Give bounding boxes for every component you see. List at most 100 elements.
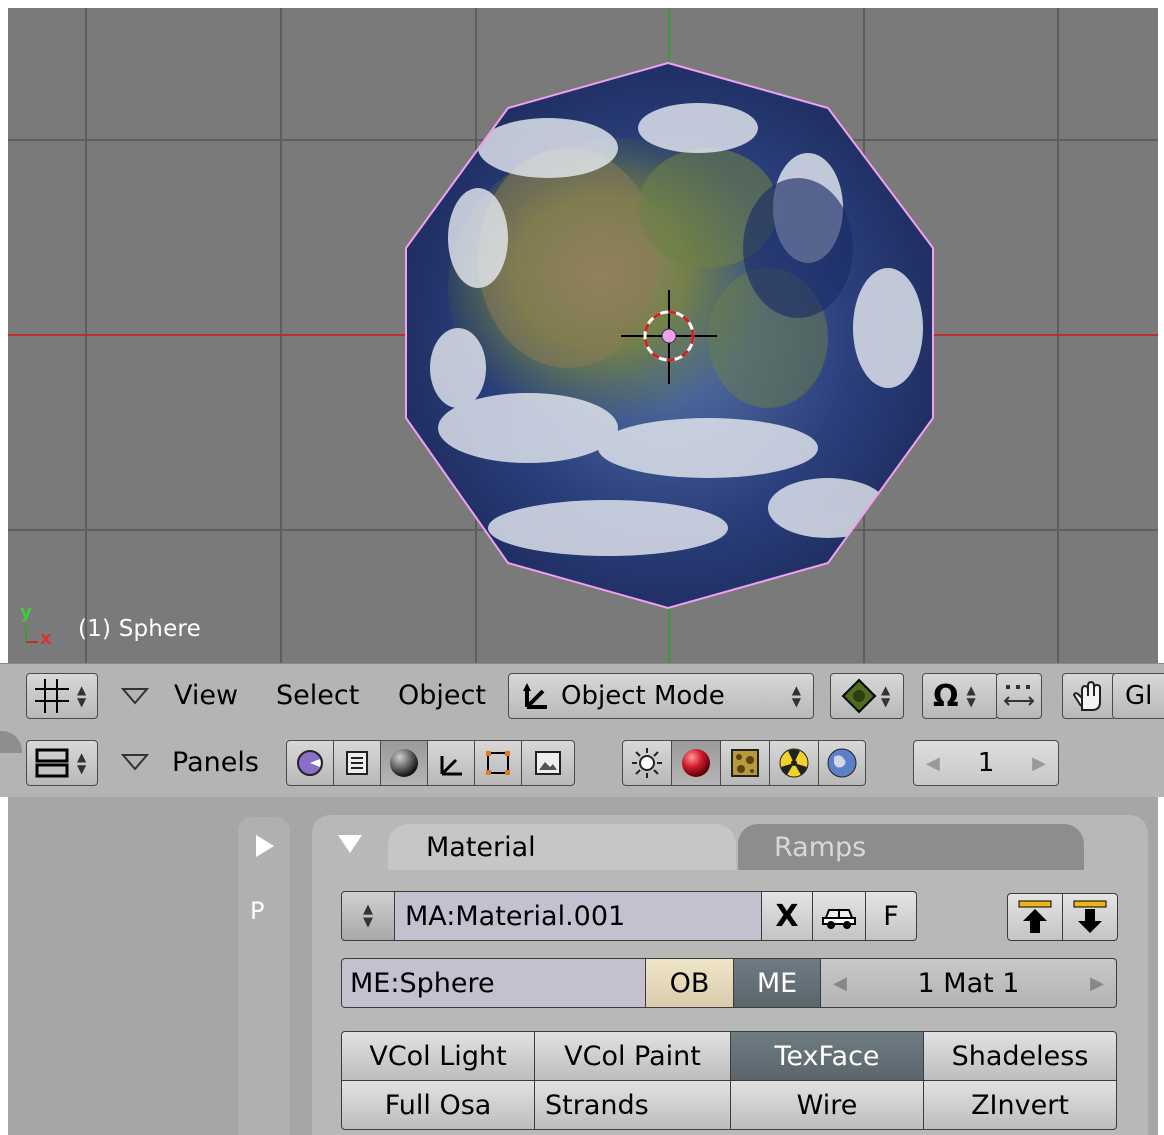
shading-context-button[interactable] [380, 740, 428, 786]
paste-material-button[interactable] [1062, 893, 1118, 941]
me-link-label: ME [756, 967, 798, 999]
radiosity-subcontext-button[interactable] [769, 740, 819, 786]
manipulator-toggle[interactable] [996, 673, 1042, 719]
vcol-paint-label: VCol Paint [564, 1040, 701, 1072]
material-name-field[interactable]: MA:Material.001 [394, 891, 762, 941]
strands-button[interactable]: Strands [534, 1080, 731, 1130]
axis-y-label: y [20, 602, 32, 623]
texface-label: TexFace [774, 1040, 880, 1072]
material-index-value: 1 Mat 1 [917, 967, 1020, 999]
texture-icon [731, 749, 759, 777]
fake-user-label: F [883, 900, 899, 932]
increment-arrow-icon[interactable]: ▶ [1032, 753, 1046, 774]
radiosity-icon [779, 748, 809, 778]
shadeless-toggle[interactable]: Shadeless [923, 1031, 1117, 1081]
full-osa-label: Full Osa [384, 1089, 492, 1121]
updown-arrows-icon: ▲ ▼ [791, 683, 801, 709]
texface-toggle[interactable]: TexFace [730, 1031, 924, 1081]
auto-assign-button[interactable] [812, 891, 866, 941]
decrement-arrow-icon[interactable]: ◀ [833, 973, 847, 994]
collapse-menu-icon[interactable] [121, 687, 149, 705]
tab-material[interactable]: Material [388, 824, 736, 870]
hand-icon [1072, 680, 1101, 711]
menu-view[interactable]: View [174, 680, 238, 711]
pivot-point-button[interactable]: Ω ▲ ▼ [922, 673, 998, 719]
material-ball-icon [682, 749, 710, 777]
material-name-value: MA:Material.001 [405, 900, 626, 932]
unlink-material-button[interactable]: X [761, 891, 813, 941]
menu-object[interactable]: Object [398, 680, 486, 711]
updown-arrows-icon: ▲ ▼ [77, 683, 87, 709]
collapse-triangle-icon[interactable] [336, 833, 364, 855]
draw-type-button[interactable]: ▲ ▼ [830, 673, 904, 719]
global-orientation-button[interactable]: Gl [1112, 673, 1164, 719]
3d-viewport[interactable]: y x (1) Sphere [8, 8, 1158, 663]
tab-ramps-label: Ramps [774, 832, 867, 863]
full-osa-toggle[interactable]: Full Osa [341, 1080, 535, 1130]
material-index-field[interactable]: ◀ 1 Mat 1 ▶ [820, 958, 1117, 1008]
collapsed-panel-strip[interactable]: P [238, 817, 290, 1135]
vcol-paint-toggle[interactable]: VCol Paint [534, 1031, 731, 1081]
object-info-label: (1) Sphere [78, 616, 201, 642]
global-label: Gl [1125, 681, 1153, 711]
panel-strip-label: P [250, 897, 265, 925]
ob-link-toggle[interactable]: OB [645, 958, 734, 1008]
decrement-arrow-icon[interactable]: ◀ [926, 753, 940, 774]
script-icon [346, 751, 368, 775]
lamp-icon [632, 748, 662, 778]
ob-link-label: OB [669, 967, 710, 999]
wire-toggle[interactable]: Wire [730, 1080, 924, 1130]
expand-triangle-icon[interactable] [254, 833, 276, 859]
car-icon [822, 909, 856, 929]
wire-label: Wire [796, 1089, 858, 1121]
mode-label: Object Mode [561, 681, 725, 711]
blender-window: y x (1) Sphere ▲ ▼ View Select Object Obj… [0, 0, 1164, 1135]
material-browse-button[interactable]: ▲ ▼ [341, 891, 395, 941]
scene-image-icon [535, 751, 561, 775]
updown-arrows-icon: ▲ ▼ [77, 750, 87, 776]
zinvert-label: ZInvert [971, 1089, 1069, 1121]
logic-context-button[interactable] [286, 740, 334, 786]
axis-x-label: x [40, 628, 52, 649]
manipulator-icon [1003, 685, 1035, 706]
updown-arrows-icon: ▲ ▼ [363, 902, 373, 930]
mode-select[interactable]: Object Mode ▲ ▼ [508, 673, 814, 719]
object-axis-icon [440, 756, 462, 776]
world-subcontext-button[interactable] [818, 740, 866, 786]
strands-label: Strands [545, 1089, 649, 1121]
zinvert-toggle[interactable]: ZInvert [923, 1080, 1117, 1130]
shadeless-label: Shadeless [951, 1040, 1089, 1072]
collapse-menu-icon[interactable] [121, 753, 149, 771]
texture-subcontext-button[interactable] [720, 740, 770, 786]
menu-select[interactable]: Select [276, 680, 359, 711]
pivot-icon: Ω [933, 678, 959, 714]
object-mode-icon [523, 683, 547, 709]
material-subcontext-button[interactable] [671, 740, 721, 786]
editing-context-button[interactable] [474, 740, 522, 786]
tab-material-label: Material [426, 832, 536, 863]
scene-context-button[interactable] [521, 740, 575, 786]
me-link-toggle[interactable]: ME [733, 958, 821, 1008]
object-context-button[interactable] [427, 740, 475, 786]
editing-square-icon [486, 751, 510, 775]
mesh-name-value: ME:Sphere [350, 967, 495, 999]
menu-panels[interactable]: Panels [172, 747, 259, 778]
tab-ramps[interactable]: Ramps [738, 824, 1084, 870]
transform-manipulator-button[interactable] [1062, 673, 1116, 719]
increment-arrow-icon[interactable]: ▶ [1090, 973, 1104, 994]
frame-number-field[interactable]: ◀ 1 ▶ [913, 740, 1059, 786]
script-context-button[interactable] [333, 740, 381, 786]
world-globe-icon [827, 748, 857, 778]
shading-mode-icon [841, 678, 877, 714]
copy-material-button[interactable] [1007, 893, 1063, 941]
lamp-subcontext-button[interactable] [622, 740, 672, 786]
vcol-light-toggle[interactable]: VCol Light [341, 1031, 535, 1081]
fake-user-button[interactable]: F [865, 891, 917, 941]
vcol-light-label: VCol Light [369, 1040, 507, 1072]
editor-type-button-2[interactable]: ▲ ▼ [26, 740, 98, 786]
viewport-canvas[interactable] [8, 8, 1158, 663]
grid-icon [35, 679, 69, 713]
editor-type-button[interactable]: ▲ ▼ [26, 673, 98, 719]
mesh-name-field[interactable]: ME:Sphere [341, 958, 646, 1008]
logic-icon [297, 750, 323, 776]
